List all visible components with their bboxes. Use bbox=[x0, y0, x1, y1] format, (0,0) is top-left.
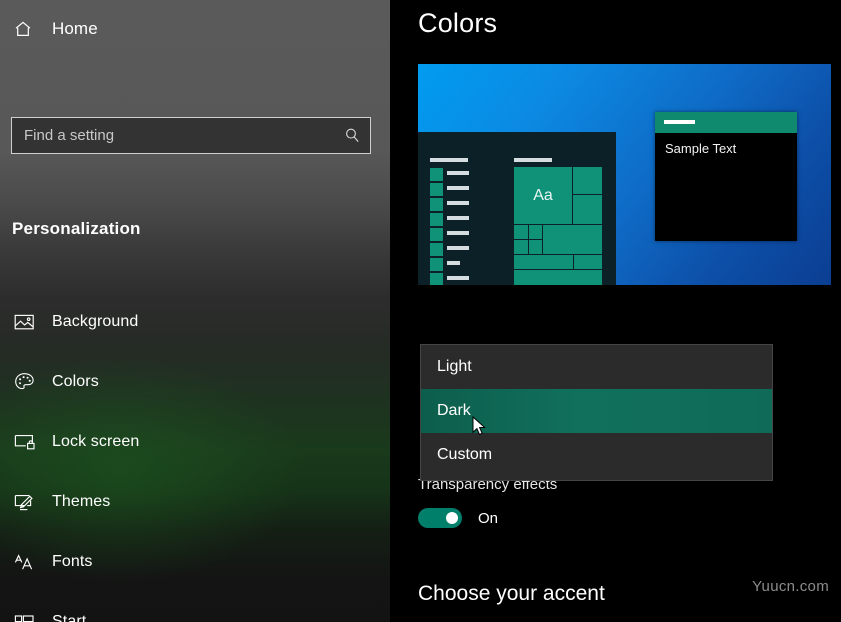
sidebar-home-label: Home bbox=[52, 19, 98, 39]
preview-app-icons bbox=[430, 168, 443, 285]
preview-tile-aa: Aa bbox=[514, 167, 572, 224]
sidebar-item-label: Fonts bbox=[52, 553, 93, 571]
preview-tile bbox=[529, 240, 542, 254]
preview-tile bbox=[573, 167, 602, 194]
transparency-toggle-state: On bbox=[478, 510, 498, 527]
search-box[interactable] bbox=[11, 117, 371, 154]
page-title: Colors bbox=[418, 8, 497, 39]
color-preview: Aa Sample Text bbox=[418, 64, 831, 285]
transparency-toggle-row: On bbox=[418, 508, 498, 528]
sidebar-item-colors[interactable]: Colors bbox=[0, 362, 390, 402]
preview-tile bbox=[543, 225, 602, 254]
search-input[interactable] bbox=[12, 126, 334, 145]
sidebar: Home Personalization bbox=[0, 0, 390, 622]
preview-tile bbox=[514, 255, 573, 269]
preview-tile bbox=[514, 270, 602, 285]
sample-window-preview: Sample Text bbox=[655, 112, 797, 241]
sidebar-item-lock-screen[interactable]: Lock screen bbox=[0, 422, 390, 462]
picture-icon bbox=[14, 313, 42, 331]
home-icon bbox=[13, 19, 43, 39]
dropdown-option-custom[interactable]: Custom bbox=[421, 433, 772, 477]
preview-tile bbox=[574, 255, 602, 269]
preview-tile bbox=[514, 240, 528, 254]
sidebar-item-home[interactable]: Home bbox=[0, 9, 390, 49]
toggle-knob bbox=[446, 512, 458, 524]
preview-app-labels bbox=[447, 171, 469, 285]
start-menu-preview: Aa bbox=[418, 132, 616, 285]
preview-tiles-header bbox=[514, 158, 552, 162]
sidebar-item-label: Themes bbox=[52, 493, 110, 511]
lock-screen-icon bbox=[14, 433, 42, 451]
settings-window: Home Personalization bbox=[0, 0, 841, 622]
palette-icon bbox=[14, 372, 42, 392]
themes-brush-icon bbox=[14, 493, 42, 512]
dropdown-option-dark[interactable]: Dark bbox=[421, 389, 772, 433]
sidebar-item-label: Lock screen bbox=[52, 433, 139, 451]
accent-section-heading: Choose your accent bbox=[418, 582, 605, 606]
preview-tile bbox=[573, 195, 602, 224]
sidebar-item-label: Colors bbox=[52, 373, 99, 391]
search-button[interactable] bbox=[334, 118, 370, 153]
start-tiles-icon bbox=[14, 614, 42, 622]
watermark: Yuucn.com bbox=[752, 578, 829, 595]
sidebar-item-background[interactable]: Background bbox=[0, 302, 390, 342]
content-pane: Colors Aa bbox=[390, 0, 841, 622]
sidebar-item-label: Background bbox=[52, 313, 138, 331]
fonts-aa-icon bbox=[14, 553, 42, 572]
sidebar-item-label: Start bbox=[52, 613, 86, 622]
sidebar-item-start[interactable]: Start bbox=[0, 602, 390, 622]
sidebar-nav: Background Colors bbox=[0, 302, 390, 622]
preview-tile bbox=[514, 225, 528, 239]
dropdown-option-light[interactable]: Light bbox=[421, 345, 772, 389]
sample-window-titlebar bbox=[655, 112, 797, 133]
preview-applist-header bbox=[430, 158, 468, 162]
transparency-toggle[interactable] bbox=[418, 508, 462, 528]
sample-window-body: Sample Text bbox=[655, 133, 797, 241]
sidebar-item-themes[interactable]: Themes bbox=[0, 482, 390, 522]
color-mode-dropdown[interactable]: Light Dark Custom bbox=[420, 344, 773, 481]
sidebar-section-title: Personalization bbox=[12, 219, 390, 239]
sidebar-item-fonts[interactable]: Fonts bbox=[0, 542, 390, 582]
preview-tile bbox=[529, 225, 542, 239]
